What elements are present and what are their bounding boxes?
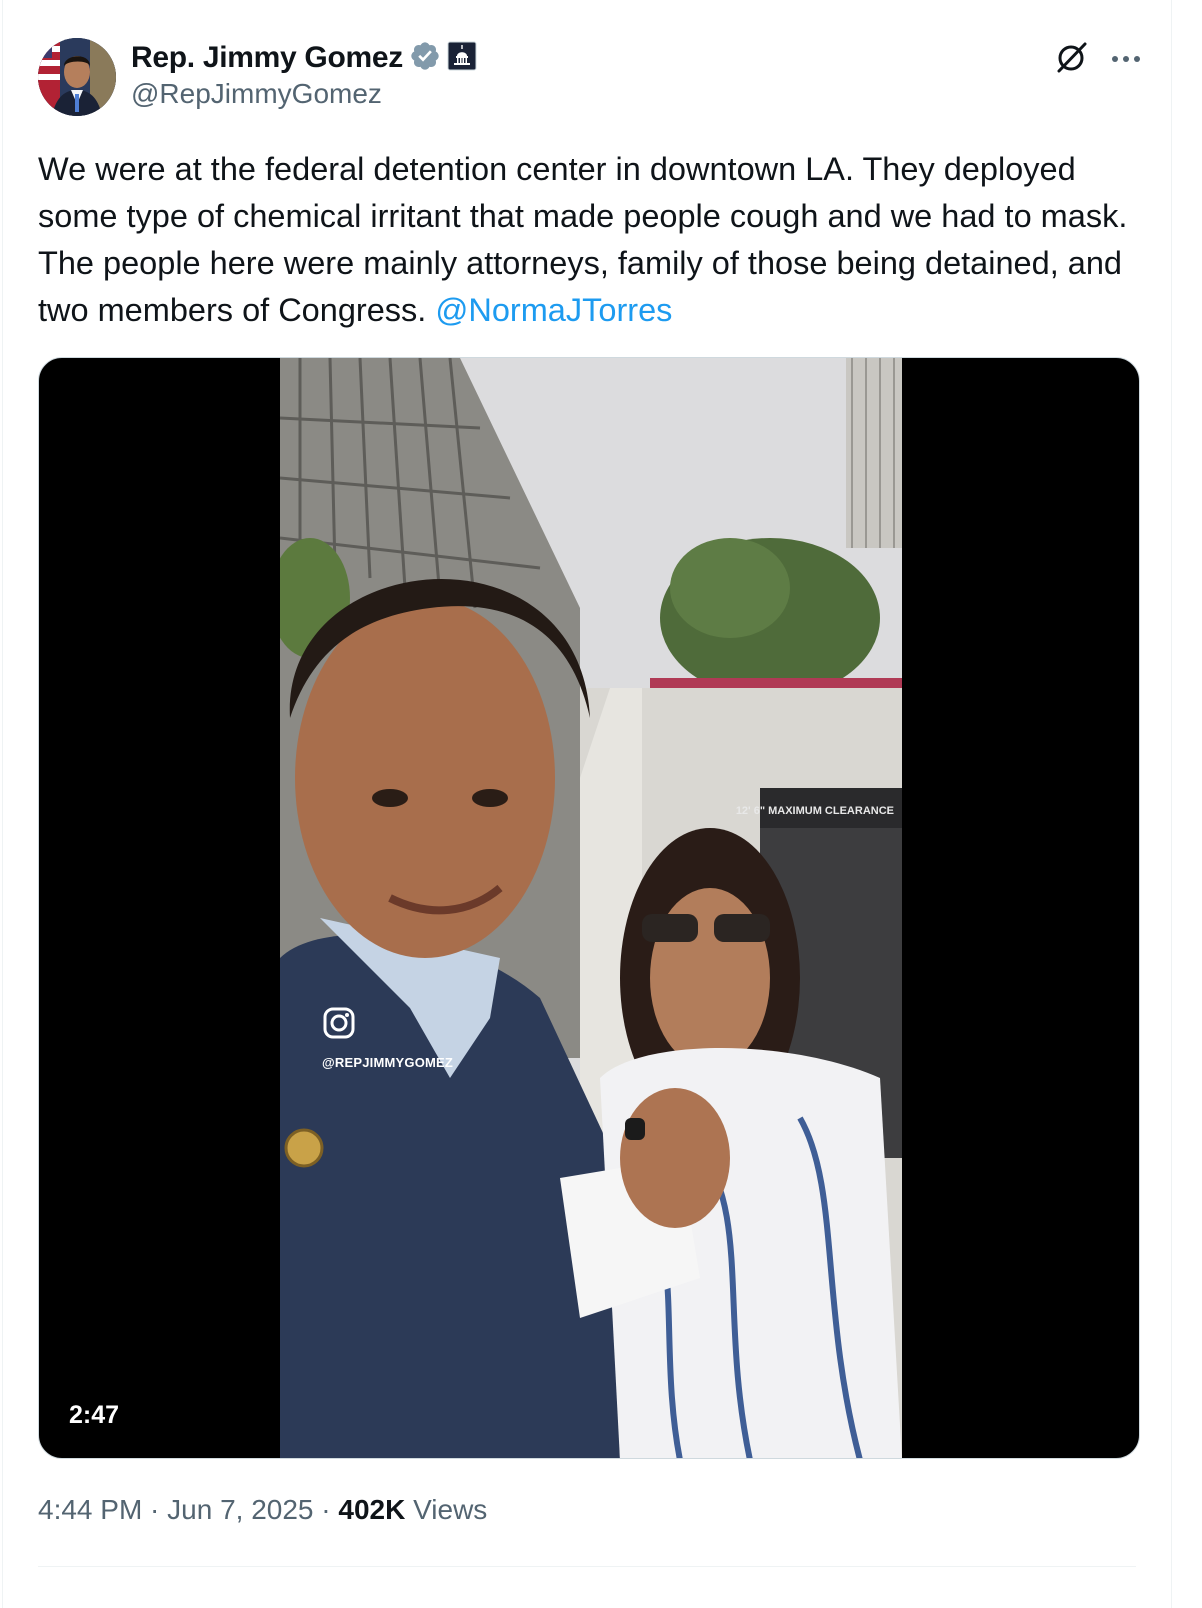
- tweet-text: We were at the federal detention center …: [38, 146, 1148, 334]
- video-duration: 2:47: [69, 1401, 120, 1429]
- top-actions: [1055, 40, 1141, 79]
- avatar[interactable]: [38, 38, 116, 116]
- grok-icon[interactable]: [1055, 40, 1089, 79]
- instagram-icon: [323, 1007, 355, 1039]
- post-timestamp[interactable]: 4:44 PM · Jun 7, 2025: [38, 1494, 314, 1525]
- video-player[interactable]: 12' 6" MAXIMUM CLEARANCE @REPJIMMYGOMEZ …: [38, 357, 1140, 1459]
- instagram-handle-overlay: @REPJIMMYGOMEZ: [322, 1055, 454, 1070]
- more-options-icon[interactable]: [1111, 51, 1141, 69]
- divider: [38, 1566, 1136, 1567]
- instagram-overlay: @REPJIMMYGOMEZ: [322, 1006, 453, 1070]
- author-name-row: Rep. Jimmy Gomez: [131, 38, 477, 78]
- author-display-name[interactable]: Rep. Jimmy Gomez: [131, 41, 403, 75]
- avatar-image: [38, 38, 116, 116]
- views-count: 402K: [338, 1494, 406, 1525]
- post-meta: 4:44 PM · Jun 7, 2025 · 402K Views: [38, 1494, 487, 1526]
- views-label: Views: [413, 1494, 488, 1525]
- capitol-building-icon: [447, 41, 477, 76]
- video-still: 12' 6" MAXIMUM CLEARANCE: [280, 358, 902, 1458]
- tweet-card: Rep. Jimmy Gomez @RepJimmyGomez We were …: [2, 0, 1172, 1608]
- video-frame: 12' 6" MAXIMUM CLEARANCE @REPJIMMYGOMEZ: [280, 358, 902, 1458]
- author-handle[interactable]: @RepJimmyGomez: [131, 78, 382, 110]
- loading-dock-sign: 12' 6" MAXIMUM CLEARANCE: [736, 805, 894, 817]
- verified-badge-icon: [409, 40, 441, 77]
- mention-link[interactable]: @NormaJTorres: [435, 292, 672, 328]
- meta-separator: ·: [321, 1494, 339, 1525]
